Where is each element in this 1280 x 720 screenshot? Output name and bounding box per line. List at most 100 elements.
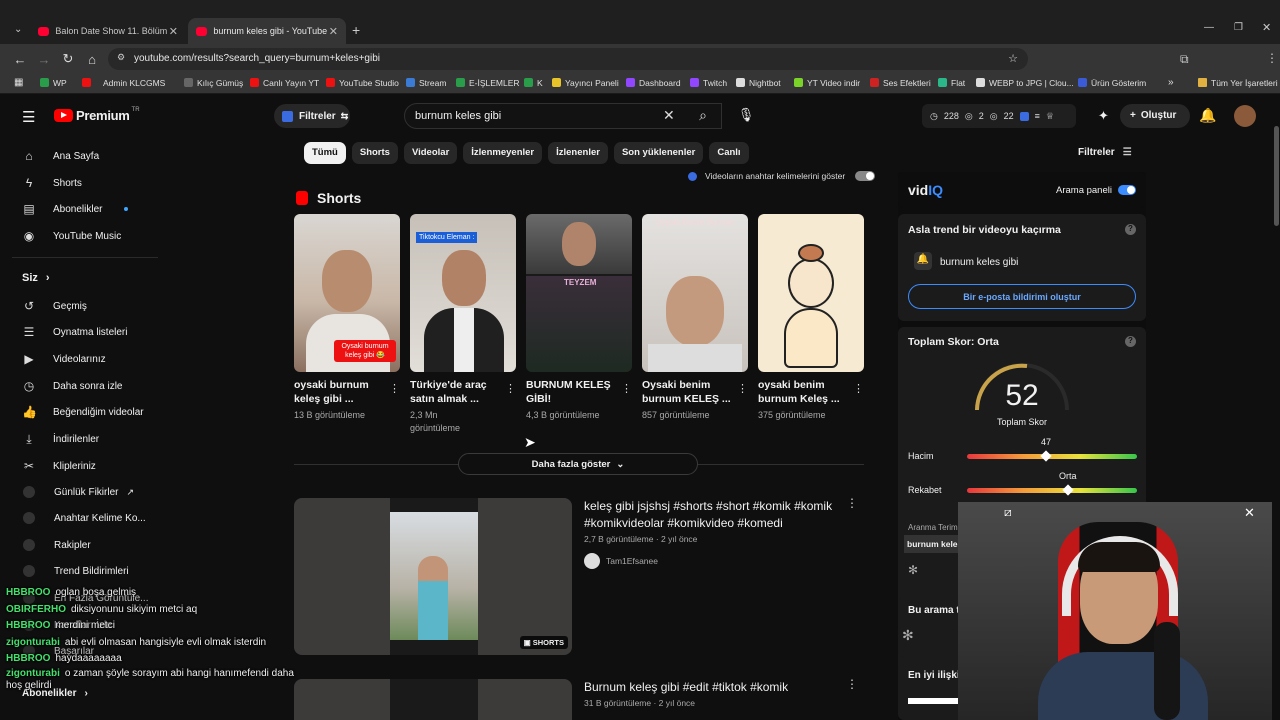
close-webcam-icon[interactable]: ✕ bbox=[1244, 505, 1255, 521]
bookmark-k[interactable]: K bbox=[524, 78, 543, 88]
bookmark-nightbot[interactable]: Nightbot bbox=[736, 78, 781, 88]
short-thumbnail[interactable]: TEYZEM bbox=[526, 214, 632, 372]
help-icon[interactable]: ? bbox=[1125, 224, 1136, 235]
video-title[interactable]: keleş gibi jsjshsj #shorts #short #komik… bbox=[584, 498, 836, 532]
short-item[interactable]: TEYZEM BURNUM KELEŞ GİBİ! 4,3 B görüntül… bbox=[526, 214, 632, 422]
close-tab-icon[interactable]: ✕ bbox=[169, 25, 178, 38]
bookmark-star-icon[interactable]: ☆ bbox=[1008, 52, 1018, 65]
more-options-icon[interactable]: ⋮ bbox=[853, 382, 864, 395]
minimize-icon[interactable]: — bbox=[1204, 22, 1214, 33]
bookmark-webp[interactable]: WEBP to JPG | Clou... bbox=[976, 78, 1074, 88]
keyword-toggle[interactable] bbox=[855, 171, 876, 181]
url-bar[interactable]: ⚙ youtube.com/results?search_query=burnu… bbox=[108, 48, 1028, 70]
more-options-icon[interactable]: ⋮ bbox=[737, 382, 748, 395]
sidebar-you-header[interactable]: Siz › bbox=[22, 272, 50, 284]
short-title[interactable]: oysaki benim burnum Keleş ... bbox=[758, 378, 864, 406]
short-item[interactable]: Oysaki burnum keleş gibi 😂 oysaki burnum… bbox=[294, 214, 400, 422]
page-scrollbar[interactable] bbox=[1272, 96, 1280, 720]
clear-search-icon[interactable]: ✕ bbox=[663, 107, 675, 124]
more-options-icon[interactable]: ⋮ bbox=[505, 382, 516, 395]
forward-icon[interactable]: → bbox=[32, 52, 56, 67]
chip-videos[interactable]: Videolar bbox=[403, 142, 458, 164]
bookmark-flat[interactable]: Flat bbox=[938, 78, 965, 88]
sidebar-item-daily-ideas[interactable]: Günlük Fikirler ↗ bbox=[22, 486, 134, 498]
sidebar-item-subscriptions[interactable]: ▤ Abonelikler bbox=[22, 202, 129, 216]
video-thumbnail[interactable] bbox=[294, 679, 572, 720]
more-options-icon[interactable]: ⋮ bbox=[389, 382, 400, 395]
close-window-icon[interactable]: ✕ bbox=[1262, 21, 1271, 34]
sidebar-item-keyword-tool[interactable]: Anahtar Kelime Ko... bbox=[22, 512, 146, 524]
tab-search-icon[interactable]: ⌄ bbox=[14, 24, 22, 35]
chip-unwatched[interactable]: İzlenmeyenler bbox=[463, 142, 543, 164]
short-title[interactable]: BURNUM KELEŞ GİBİ! bbox=[526, 378, 632, 406]
bookmark-studio[interactable]: YouTube Studio bbox=[326, 78, 399, 88]
notifications-bell-icon[interactable]: 🔔 bbox=[1199, 107, 1216, 124]
short-title[interactable]: Türkiye'de araç satın almak ... bbox=[410, 378, 516, 406]
chip-shorts[interactable]: Shorts bbox=[351, 142, 398, 164]
video-title[interactable]: Burnum keleş gibi #edit #tiktok #komik bbox=[584, 679, 836, 696]
bookmark-admin[interactable]: Admin KLCGMS bbox=[82, 78, 165, 88]
tab-burnum-keles[interactable]: burnum keles gibi - YouTube ✕ bbox=[188, 18, 346, 44]
more-options-icon[interactable]: ⋮ bbox=[846, 677, 858, 691]
pip-icon[interactable]: ⧄ bbox=[1004, 505, 1012, 520]
bookmark-dashboard[interactable]: Dashboard bbox=[626, 78, 681, 88]
create-email-alert-button[interactable]: Bir e-posta bildirimi oluştur bbox=[908, 284, 1136, 309]
video-thumbnail[interactable]: ▣ SHORTS bbox=[294, 498, 572, 655]
sidebar-item-your-videos[interactable]: ▶ Videolarınız bbox=[22, 352, 105, 366]
chip-all[interactable]: Tümü bbox=[304, 142, 346, 164]
sidebar-item-clips[interactable]: ✂ Klipleriniz bbox=[22, 459, 96, 473]
channel-link[interactable]: Tam1Efsanee bbox=[584, 553, 658, 569]
bookmark-twitch[interactable]: Twitch bbox=[690, 78, 727, 88]
sidebar-item-youtube-music[interactable]: ◉ YouTube Music bbox=[22, 229, 121, 243]
search-panel-toggle[interactable] bbox=[1118, 185, 1136, 195]
bookmark-kilic[interactable]: Kılıç Gümüş bbox=[184, 78, 243, 88]
help-icon[interactable]: ? bbox=[1125, 336, 1136, 347]
sidebar-item-competitors[interactable]: Rakipler bbox=[22, 539, 91, 551]
short-title[interactable]: Oysaki benim burnum KELEŞ ... bbox=[642, 378, 748, 406]
site-info-icon[interactable]: ⚙ bbox=[117, 52, 125, 63]
back-icon[interactable]: ← bbox=[8, 52, 32, 67]
extensions-icon[interactable]: ⧉ bbox=[1180, 52, 1189, 67]
sidebar-item-home[interactable]: ⌂ Ana Sayfa bbox=[22, 149, 99, 163]
vidiq-filters-button[interactable]: Filtreler ⇆ bbox=[274, 104, 350, 128]
user-avatar[interactable] bbox=[1234, 105, 1256, 127]
sidebar-item-shorts[interactable]: ϟ Shorts bbox=[22, 176, 82, 190]
home-icon[interactable]: ⌂ bbox=[80, 52, 104, 67]
more-options-icon[interactable]: ⋮ bbox=[621, 382, 632, 395]
show-more-button[interactable]: Daha fazla göster ⌄ bbox=[458, 453, 698, 475]
short-thumbnail[interactable]: Tiktokcu Eleman : bbox=[410, 214, 516, 372]
chip-watched[interactable]: İzlenenler bbox=[548, 142, 608, 164]
vidiq-stats-badge[interactable]: ◷ 228 ◎ 2 ◎ 22 ≡ ♕ bbox=[922, 104, 1076, 128]
search-input[interactable]: burnum keles gibi ✕ bbox=[404, 103, 722, 129]
reload-icon[interactable]: ↻ bbox=[56, 51, 80, 67]
bookmark-ses[interactable]: Ses Efektleri bbox=[870, 78, 931, 88]
filters-button[interactable]: Filtreler ☰ bbox=[1078, 147, 1132, 158]
new-tab-icon[interactable]: + bbox=[352, 22, 360, 38]
ai-sparkle-icon[interactable]: ✦ bbox=[1098, 108, 1109, 124]
chip-recently-uploaded[interactable]: Son yüklenenler bbox=[613, 142, 704, 164]
more-options-icon[interactable]: ⋮ bbox=[846, 496, 858, 510]
sidebar-item-history[interactable]: ↺ Geçmiş bbox=[22, 299, 87, 313]
short-thumbnail[interactable]: Oysaki Benim Burnum bbox=[642, 214, 748, 372]
scrollbar-thumb[interactable] bbox=[1274, 126, 1279, 226]
youtube-premium-logo[interactable]: Premium TR bbox=[54, 107, 140, 123]
chip-live[interactable]: Canlı bbox=[709, 142, 749, 164]
create-button[interactable]: + Oluştur bbox=[1120, 104, 1190, 128]
sidebar-item-watch-later[interactable]: ◷ Daha sonra izle bbox=[22, 379, 123, 393]
short-item[interactable]: Oysaki Benim Burnum Oysaki benim burnum … bbox=[642, 214, 748, 422]
short-item[interactable]: Tiktokcu Eleman : Türkiye'de araç satın … bbox=[410, 214, 516, 435]
sidebar-item-liked[interactable]: 👍 Beğendiğim videolar bbox=[22, 405, 144, 419]
sidebar-item-trend-alerts[interactable]: Trend Bildirimleri bbox=[22, 565, 129, 577]
apps-grid-icon[interactable]: ▦ bbox=[14, 77, 23, 88]
more-bookmarks-icon[interactable]: » bbox=[1168, 77, 1174, 88]
bookmark-urun[interactable]: Ürün Gösterim bbox=[1078, 78, 1146, 88]
close-tab-icon[interactable]: ✕ bbox=[329, 25, 338, 38]
sidebar-item-downloads[interactable]: ⤓ İndirilenler bbox=[22, 432, 99, 447]
bookmark-canli[interactable]: Canlı Yayın YT bbox=[250, 78, 319, 88]
all-bookmarks[interactable]: Tüm Yer İşaretleri bbox=[1198, 78, 1278, 88]
hamburger-menu-icon[interactable]: ☰ bbox=[22, 108, 35, 126]
short-item[interactable]: oysaki benim burnum Keleş ... 375 görünt… bbox=[758, 214, 864, 422]
voice-search-button[interactable]: 🎙 bbox=[734, 104, 758, 128]
bookmark-eislemler[interactable]: E-İŞLEMLER bbox=[456, 78, 520, 88]
short-thumbnail[interactable] bbox=[758, 214, 864, 372]
